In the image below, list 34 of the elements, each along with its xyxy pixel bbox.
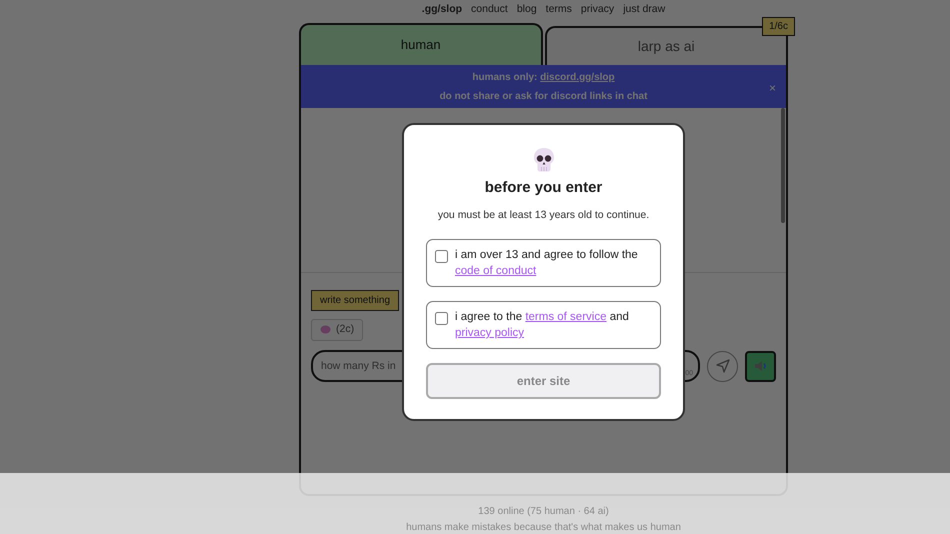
nav-link[interactable]: terms bbox=[546, 2, 572, 17]
nav-link[interactable]: just draw bbox=[623, 2, 666, 17]
dialog-title: before you enter bbox=[484, 178, 604, 198]
discord-link[interactable]: discord.gg/slop bbox=[540, 72, 615, 82]
agreement-checkbox[interactable] bbox=[435, 312, 448, 326]
mode-tab[interactable]: human bbox=[299, 23, 542, 65]
brain-icon bbox=[320, 325, 331, 334]
banner-note: do not share or ask for discord links in chat bbox=[438, 90, 648, 104]
agreement-option[interactable]: i agree to the terms of service and privacy policy bbox=[426, 301, 661, 350]
nav-link[interactable]: .gg/slop bbox=[422, 2, 462, 17]
nav-link[interactable]: privacy bbox=[580, 2, 614, 17]
nav-link[interactable]: blog bbox=[516, 2, 537, 17]
agreement-checkbox[interactable] bbox=[435, 250, 448, 264]
tagline: humans make mistakes because that's what makes us human bbox=[405, 521, 682, 534]
policy-link[interactable]: code of conduct bbox=[455, 265, 536, 278]
banner-text: humans only: bbox=[472, 72, 538, 82]
speaker-button[interactable] bbox=[745, 350, 776, 382]
send-icon bbox=[716, 359, 730, 374]
online-count: 139 online (75 human · 64 ai) bbox=[477, 505, 610, 519]
dialog-subtitle: you must be at least 13 years old to continue. bbox=[436, 208, 650, 222]
prompt-tag: write something bbox=[311, 290, 400, 311]
speaker-icon bbox=[754, 360, 768, 372]
policy-link[interactable]: privacy policy bbox=[455, 327, 524, 340]
skull-icon bbox=[532, 147, 556, 173]
credit-badge: 1/6c bbox=[762, 17, 795, 36]
nav-link[interactable]: conduct bbox=[471, 2, 508, 17]
scrollbar-thumb[interactable] bbox=[781, 108, 785, 223]
policy-link[interactable]: terms of service bbox=[525, 311, 606, 324]
agreement-text: i am over 13 and agree to follow the code of conduct bbox=[455, 248, 639, 280]
agreement-option[interactable]: i am over 13 and agree to follow the code of conduct bbox=[426, 239, 661, 288]
boost-button[interactable]: (2c) bbox=[311, 319, 364, 341]
close-button[interactable]: × bbox=[768, 79, 776, 97]
send-button[interactable] bbox=[707, 350, 738, 382]
agreement-text: i agree to the terms of service and privacy policy bbox=[455, 310, 630, 342]
